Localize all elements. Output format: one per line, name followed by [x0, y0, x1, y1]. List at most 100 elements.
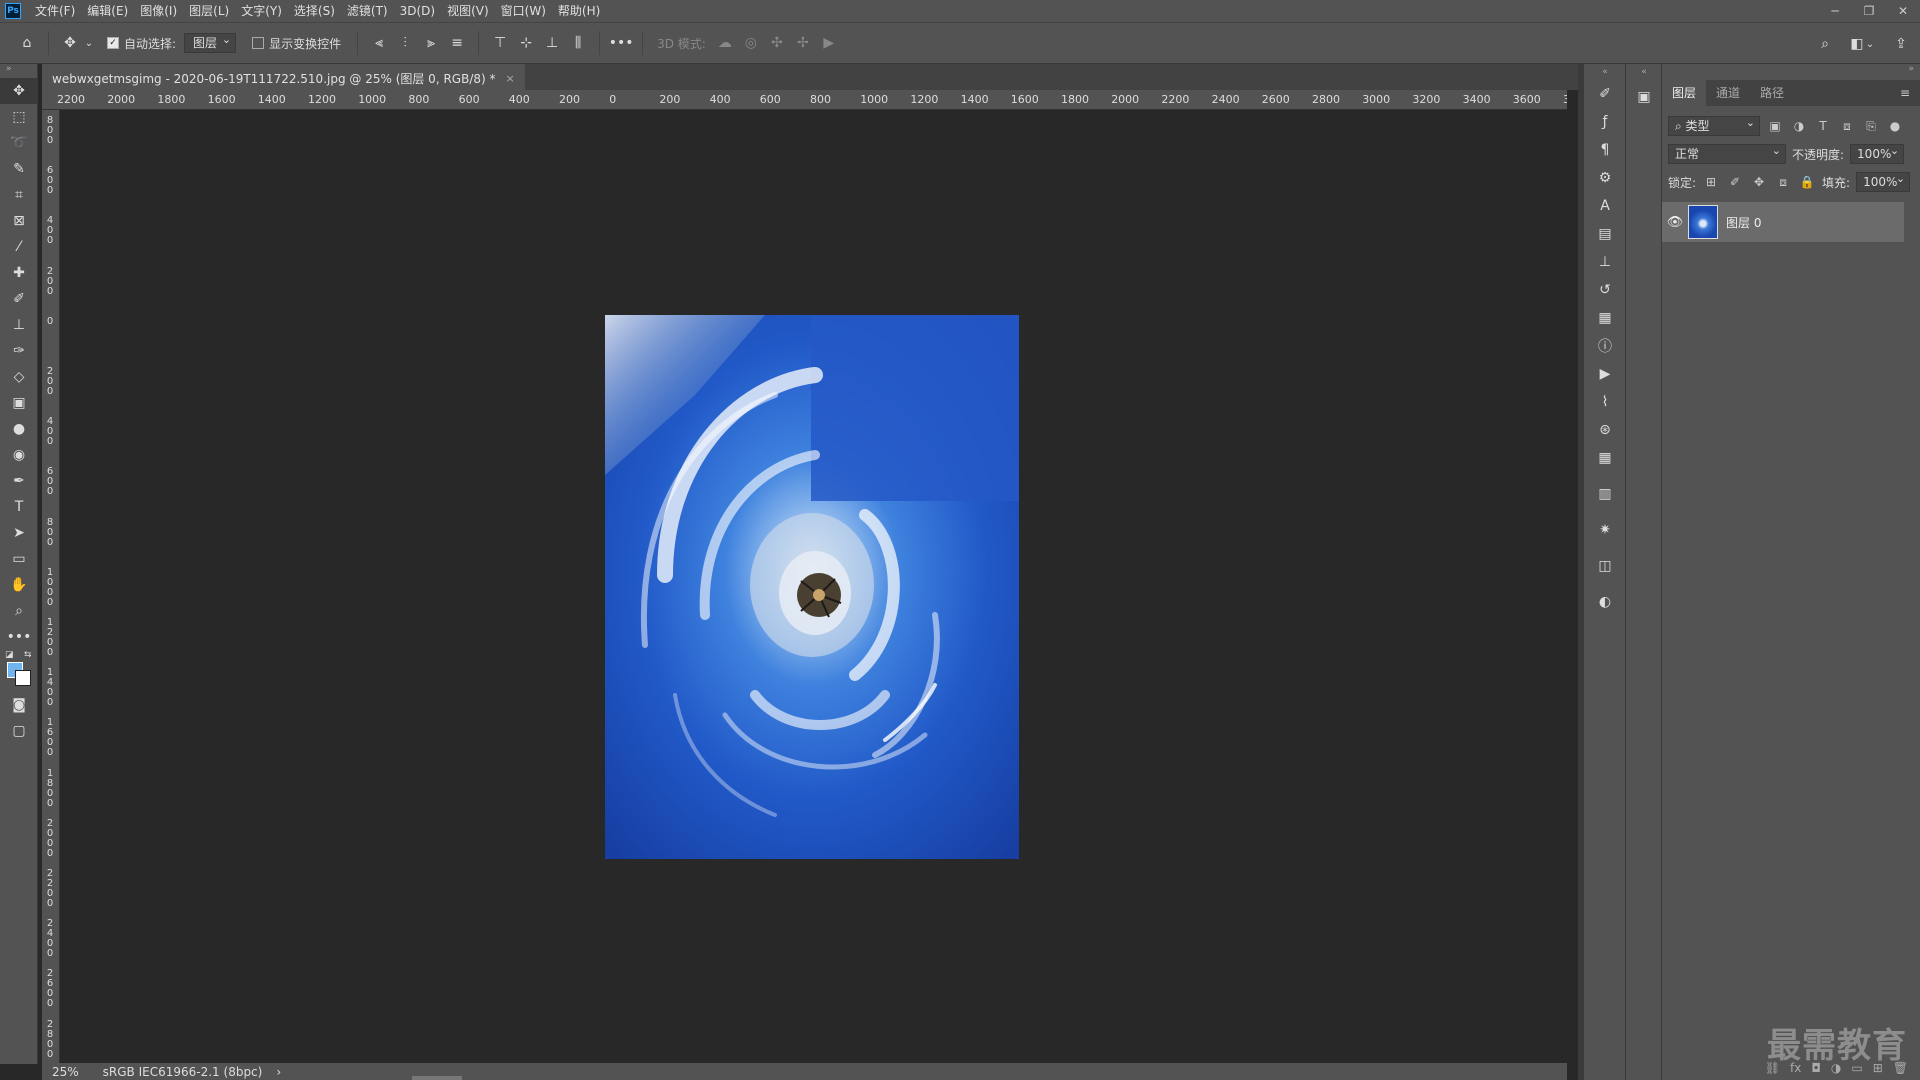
filter-pixel-icon[interactable]: ▣	[1766, 119, 1784, 133]
restore-button[interactable]: ❐	[1852, 0, 1886, 22]
character-icon[interactable]: A	[1584, 192, 1626, 220]
lock-transparent-icon[interactable]: ⊞	[1702, 175, 1720, 189]
tab-channels[interactable]: 通道	[1706, 80, 1750, 106]
edit-toolbar-icon[interactable]: •••	[0, 624, 38, 650]
frame-tool-icon[interactable]: ⊠	[0, 208, 38, 234]
notes-icon[interactable]: ▥	[1584, 480, 1626, 508]
menu-window[interactable]: 窗口(W)	[495, 0, 552, 22]
visibility-eye-icon[interactable]: 👁	[1662, 215, 1688, 230]
menu-image[interactable]: 图像(I)	[134, 0, 183, 22]
search-icon[interactable]: ⌕	[1812, 31, 1838, 57]
lock-position-icon[interactable]: ✥	[1750, 175, 1768, 189]
auto-select-checkbox[interactable]: ✓	[107, 37, 119, 49]
chevron-down-icon[interactable]: ⌄	[1864, 31, 1876, 57]
tab-paths[interactable]: 路径	[1750, 80, 1794, 106]
type-tool-icon[interactable]: T	[0, 494, 38, 520]
color-icon[interactable]: ◐	[1584, 588, 1626, 616]
zoom-tool-icon[interactable]: ⌕	[0, 598, 38, 624]
menu-help[interactable]: 帮助(H)	[552, 0, 606, 22]
default-colors-icon[interactable]: ◪	[5, 650, 14, 660]
hand-tool-icon[interactable]: ✋	[0, 572, 38, 598]
menu-edit[interactable]: 编辑(E)	[81, 0, 134, 22]
actions-play-icon[interactable]: ▶	[1584, 360, 1626, 388]
filter-type-icon[interactable]: T	[1814, 119, 1832, 133]
align-vcenter-icon[interactable]: ⊹	[513, 30, 539, 56]
align-hcenter-icon[interactable]: ⫶	[392, 30, 418, 56]
history-brush-tool-icon[interactable]: ✑	[0, 338, 38, 364]
menu-select[interactable]: 选择(S)	[288, 0, 341, 22]
opacity-input[interactable]: 100%	[1850, 142, 1905, 164]
background-color-swatch[interactable]	[15, 670, 31, 686]
move-tool-icon[interactable]: ✥	[0, 78, 38, 104]
layer-name[interactable]: 图层 0	[1726, 214, 1761, 231]
paths-icon[interactable]: ⌇	[1584, 388, 1626, 416]
close-tab-icon[interactable]: ×	[506, 72, 515, 85]
table-icon[interactable]: ▦	[1584, 444, 1626, 472]
horizontal-scrollbar[interactable]	[412, 1076, 462, 1080]
more-options-icon[interactable]: •••	[608, 30, 634, 56]
libraries-icon[interactable]: ▤	[1584, 220, 1626, 248]
close-window-button[interactable]: ✕	[1886, 0, 1920, 22]
align-left-icon[interactable]: ⫷	[366, 30, 392, 56]
layer-row[interactable]: 👁 图层 0	[1662, 202, 1904, 242]
blend-mode-dropdown[interactable]: 正常	[1668, 142, 1786, 164]
3d-icon[interactable]: ⊛	[1584, 416, 1626, 444]
collapse-toolbar-icon[interactable]: »	[0, 64, 37, 78]
dodge-tool-icon[interactable]: ◉	[0, 442, 38, 468]
quick-mask-icon[interactable]: ◙	[0, 692, 38, 718]
minimize-button[interactable]: ─	[1818, 0, 1852, 22]
blur-tool-icon[interactable]: ●	[0, 416, 38, 442]
lock-image-icon[interactable]: ✐	[1726, 175, 1744, 189]
pen-tool-icon[interactable]: ✒	[0, 468, 38, 494]
align-right-icon[interactable]: ⫸	[418, 30, 444, 56]
show-transform-checkbox[interactable]	[252, 37, 265, 49]
properties-icon[interactable]: ✷	[1584, 516, 1626, 544]
filter-shape-icon[interactable]: ⧈	[1838, 119, 1856, 134]
share-icon[interactable]: ⇪	[1888, 31, 1914, 57]
menu-3d[interactable]: 3D(D)	[394, 0, 441, 22]
status-menu-arrow[interactable]: ›	[276, 1065, 281, 1079]
brush-settings-icon[interactable]: ✐	[1584, 80, 1626, 108]
menu-filter[interactable]: 滤镜(T)	[341, 0, 394, 22]
styles-icon[interactable]: ƒ	[1584, 108, 1626, 136]
filter-smart-object-icon[interactable]: ⎘	[1862, 119, 1880, 134]
menu-file[interactable]: 文件(F)	[29, 0, 81, 22]
document-image[interactable]	[605, 315, 1019, 859]
document-tab[interactable]: webwxgetmsgimg - 2020-06-19T111722.510.j…	[42, 64, 525, 90]
menu-type[interactable]: 文字(Y)	[235, 0, 288, 22]
collapse-dock-icon[interactable]: «	[1584, 64, 1626, 80]
screen-mode-icon[interactable]: ▢	[0, 718, 38, 744]
drag-3d-icon[interactable]: ✣	[764, 30, 790, 56]
lock-artboard-icon[interactable]: ⧈	[1774, 175, 1792, 190]
chevron-down-icon[interactable]: ⌄	[83, 30, 95, 56]
clone-stamp-tool-icon[interactable]: ⊥	[0, 312, 38, 338]
collapse-panels-icon[interactable]: »	[1662, 64, 1920, 80]
path-select-tool-icon[interactable]: ➤	[0, 520, 38, 546]
collapse-dock2-icon[interactable]: «	[1626, 64, 1662, 80]
navigator-icon[interactable]: ▣	[1626, 80, 1662, 114]
move-tool-preset-icon[interactable]: ✥	[57, 30, 83, 56]
healing-brush-tool-icon[interactable]: ✚	[0, 260, 38, 286]
clone-source-icon[interactable]: ⊥	[1584, 248, 1626, 276]
fill-input[interactable]: 100%	[1856, 170, 1911, 192]
orbit-3d-icon[interactable]: ☁	[712, 30, 738, 56]
marquee-tool-icon[interactable]: ⬚	[0, 104, 38, 130]
swap-colors-icon[interactable]: ⇆	[24, 650, 32, 660]
menu-view[interactable]: 视图(V)	[441, 0, 495, 22]
info-icon[interactable]: ⓘ	[1584, 332, 1626, 360]
align-bottom-icon[interactable]: ⊥	[539, 30, 565, 56]
adjustments-icon[interactable]: ⚙	[1584, 164, 1626, 192]
filter-adjustment-icon[interactable]: ◑	[1790, 119, 1808, 133]
distribute-horizontal-icon[interactable]: ⫼	[565, 30, 591, 56]
align-top-icon[interactable]: ⊤	[487, 30, 513, 56]
layer-comps-icon[interactable]: ◫	[1584, 552, 1626, 580]
filter-kind-dropdown[interactable]: ⌕ 类型	[1668, 114, 1760, 136]
eraser-tool-icon[interactable]: ◇	[0, 364, 38, 390]
device-preview-icon[interactable]: ▦	[1584, 304, 1626, 332]
auto-select-dropdown[interactable]: 图层	[184, 31, 237, 53]
lasso-tool-icon[interactable]: ➰	[0, 130, 38, 156]
distribute-vertical-icon[interactable]: ≡	[444, 30, 470, 56]
scale-3d-icon[interactable]: ▶	[816, 30, 842, 56]
home-icon[interactable]: ⌂	[14, 30, 40, 56]
brush-tool-icon[interactable]: ✐	[0, 286, 38, 312]
